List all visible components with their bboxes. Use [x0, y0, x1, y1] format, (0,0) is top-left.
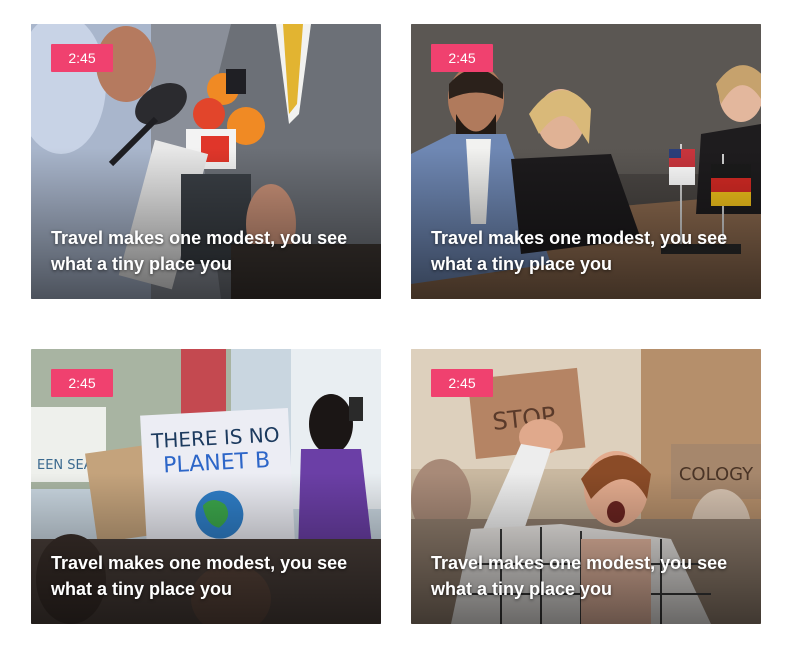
video-card[interactable]: STOP COLOGY [411, 349, 761, 624]
card-title[interactable]: Travel makes one modest, you see what a … [431, 225, 741, 277]
video-card[interactable]: EEN SEAL THERE IS NO PLANET B 2:45 Trave… [31, 349, 381, 624]
card-title[interactable]: Travel makes one modest, you see what a … [431, 550, 741, 602]
duration-badge: 2:45 [51, 44, 113, 72]
duration-badge: 2:45 [431, 44, 493, 72]
video-card[interactable]: 2:45 Travel makes one modest, you see wh… [411, 24, 761, 299]
video-card-grid: 2:45 Travel makes one modest, you see wh… [0, 0, 790, 656]
card-title[interactable]: Travel makes one modest, you see what a … [51, 225, 361, 277]
duration-badge: 2:45 [431, 369, 493, 397]
card-title[interactable]: Travel makes one modest, you see what a … [51, 550, 361, 602]
duration-badge: 2:45 [51, 369, 113, 397]
video-card[interactable]: 2:45 Travel makes one modest, you see wh… [31, 24, 381, 299]
